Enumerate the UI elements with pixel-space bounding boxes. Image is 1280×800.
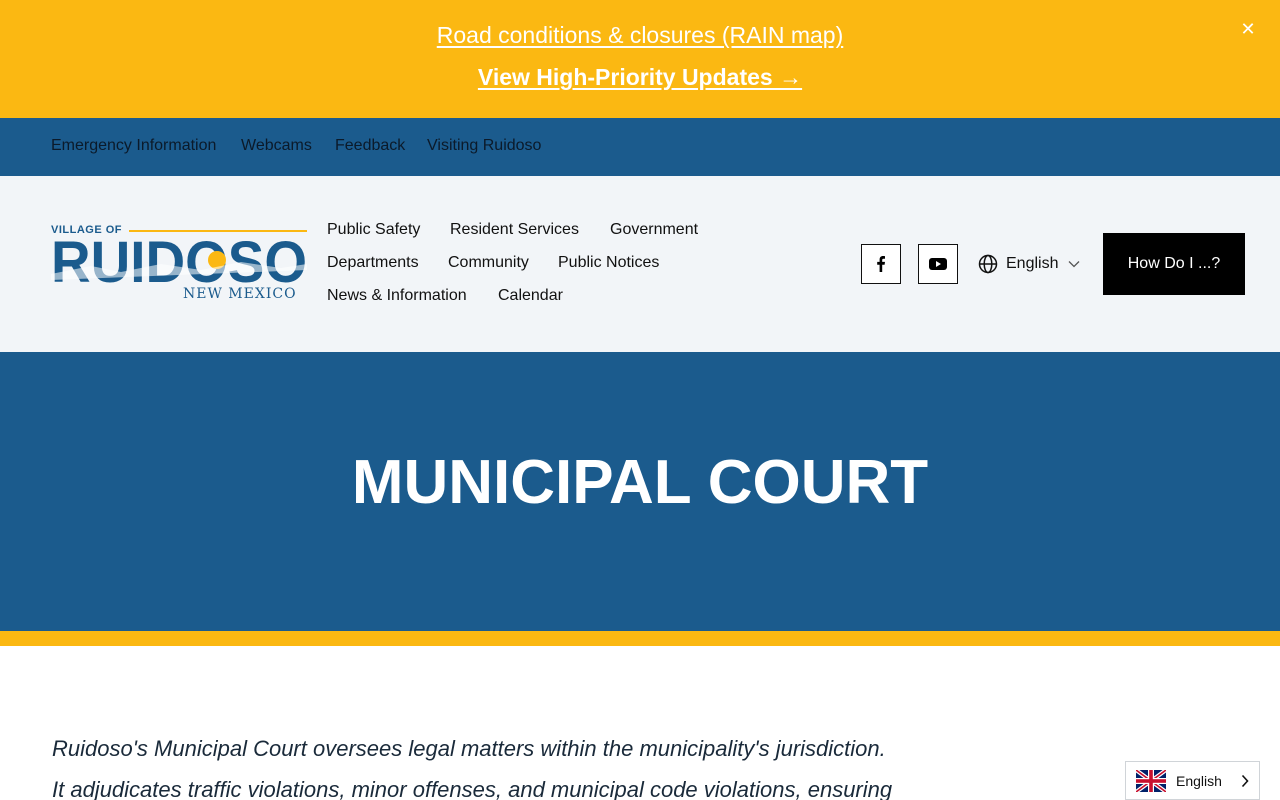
language-select-label: English <box>1006 255 1059 272</box>
how-do-i-button[interactable]: How Do I ...? <box>1103 233 1245 295</box>
alert-banner: Road conditions & closures (RAIN map) Vi… <box>0 0 1280 118</box>
nav-departments[interactable]: Departments <box>327 254 419 272</box>
site-logo[interactable]: VILLAGE OF RUIDOSO NEW MEXICO <box>51 224 307 304</box>
chevron-down-icon <box>1069 261 1080 268</box>
nav-public-safety[interactable]: Public Safety <box>327 221 420 239</box>
nav-calendar[interactable]: Calendar <box>498 287 563 305</box>
facebook-icon <box>877 256 885 272</box>
language-widget[interactable]: English <box>1125 761 1260 800</box>
intro-line-1: Ruidoso's Municipal Court oversees legal… <box>52 736 886 761</box>
nav-news-information[interactable]: News & Information <box>327 287 467 305</box>
close-icon[interactable]: ✕ <box>1238 18 1258 40</box>
road-conditions-link[interactable]: Road conditions & closures (RAIN map) <box>0 22 1280 49</box>
logo-wordmark: RUIDOSO <box>51 234 307 286</box>
utility-nav: Emergency Information Webcams Feedback V… <box>0 118 1280 176</box>
intro-text: Ruidoso's Municipal Court oversees legal… <box>52 728 952 800</box>
utility-link-feedback[interactable]: Feedback <box>335 137 405 155</box>
site-header: VILLAGE OF RUIDOSO NEW MEXICO Public Saf… <box>0 176 1280 352</box>
utility-link-visiting-ruidoso[interactable]: Visiting Ruidoso <box>427 137 541 155</box>
page-hero: MUNICIPAL COURT <box>0 352 1280 631</box>
nav-public-notices[interactable]: Public Notices <box>558 254 659 272</box>
logo-accent-line <box>129 230 307 232</box>
page-title: MUNICIPAL COURT <box>351 448 929 517</box>
hero-accent-stripe <box>0 631 1280 646</box>
nav-community[interactable]: Community <box>448 254 529 272</box>
nav-government[interactable]: Government <box>610 221 698 239</box>
youtube-button[interactable] <box>918 244 958 284</box>
intro-line-2: It adjudicates traffic violations, minor… <box>52 777 893 800</box>
language-select[interactable]: English <box>978 252 1080 276</box>
language-widget-label: English <box>1176 772 1222 789</box>
utility-link-webcams[interactable]: Webcams <box>241 137 312 155</box>
uk-flag-icon <box>1136 769 1166 792</box>
nav-resident-services[interactable]: Resident Services <box>450 221 579 239</box>
utility-link-emergency-information[interactable]: Emergency Information <box>51 137 216 155</box>
logo-sub-text: NEW MEXICO <box>183 286 297 302</box>
chevron-right-icon <box>1241 774 1249 788</box>
youtube-icon <box>929 258 947 270</box>
facebook-button[interactable] <box>861 244 901 284</box>
globe-icon <box>978 254 998 274</box>
high-priority-updates-link[interactable]: View High-Priority Updates → <box>0 64 1280 91</box>
